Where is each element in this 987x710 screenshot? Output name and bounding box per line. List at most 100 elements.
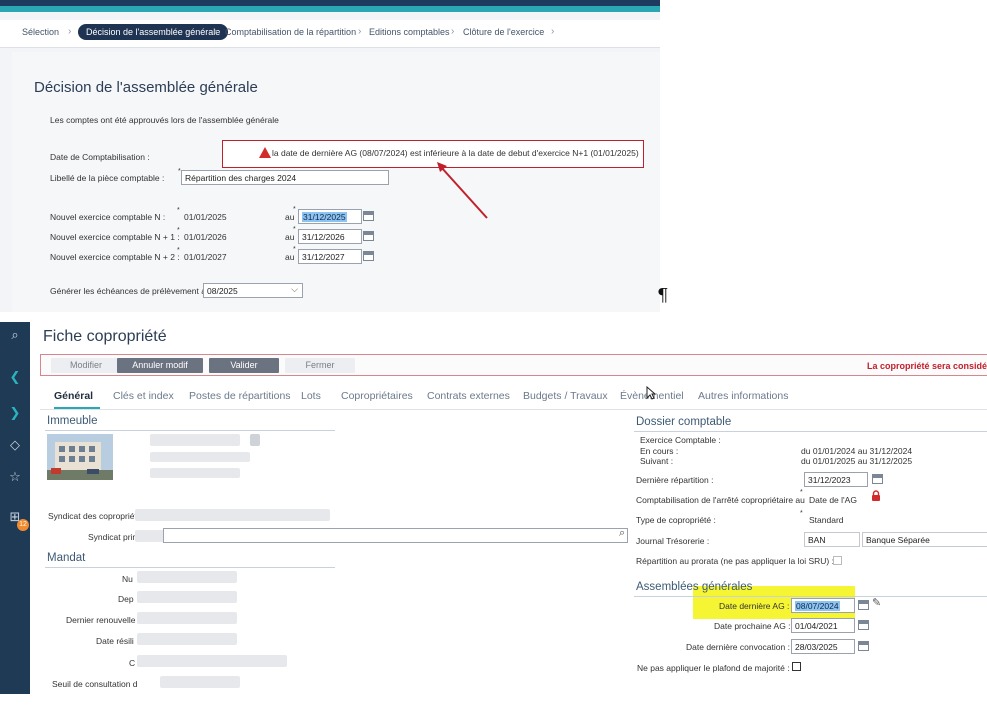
warning-message: la date de dernière AG (08/07/2024) est … — [272, 148, 639, 158]
date-resiliation-label: Date résili — [96, 636, 134, 646]
au-label: au — [285, 232, 295, 242]
compta-arrete-label: Comptabilisation de l'arrêté copropriéta… — [636, 495, 805, 505]
mandat-numero-label: Nu — [122, 574, 133, 584]
chevron-right-icon: › — [68, 26, 72, 37]
date-derniere-ag-input[interactable]: 08/07/2024 — [791, 598, 855, 613]
exercice-n-label: Nouvel exercice comptable N : — [50, 212, 166, 222]
redacted-text — [150, 452, 250, 462]
date-prochaine-ag-input[interactable]: 01/04/2021 — [791, 618, 855, 633]
echeances-label: Générer les échéances de prélèvement au — [50, 286, 211, 296]
required-asterisk: * — [800, 489, 803, 496]
redacted-text — [250, 434, 260, 446]
search-icon[interactable]: ⌕ — [8, 328, 22, 342]
divider — [634, 431, 987, 432]
warning-icon — [259, 147, 271, 158]
tab-postes-repartitions[interactable]: Postes de répartitions — [189, 390, 291, 402]
date-comptabilisation-label: Date de Comptabilisation : — [50, 152, 150, 162]
wizard-breadcrumb: Sélection › Décision de l'assemblée géné… — [0, 20, 660, 48]
wizard-step-selection[interactable]: Sélection — [22, 27, 59, 37]
redacted-field — [137, 591, 237, 603]
exercice-n1-end-input[interactable]: 31/12/2026 — [298, 229, 362, 244]
pencil-icon[interactable]: ✎ — [872, 596, 881, 609]
fermer-button[interactable]: Fermer — [285, 358, 355, 373]
tab-general[interactable]: Général — [54, 390, 93, 402]
wizard-step-editions[interactable]: Editions comptables — [369, 27, 450, 37]
top-header-bar — [0, 0, 660, 12]
libelle-label: Libellé de la pièce comptable : — [50, 173, 165, 183]
prorata-checkbox[interactable] — [833, 556, 842, 565]
mandat-c-label: C — [129, 658, 136, 668]
calendar-icon[interactable] — [363, 251, 374, 261]
required-asterisk: * — [293, 246, 296, 253]
date-prochaine-ag-label: Date prochaine AG : — [714, 621, 791, 631]
tab-cles-index[interactable]: Clés et index — [113, 390, 174, 402]
calendar-icon[interactable] — [858, 620, 869, 630]
fiche-copropriete-screenshot: ⌕ ❮ ❯ ◇ ☆ ⊞ 12 Fiche copropriété Modifie… — [0, 322, 987, 694]
calendar-icon[interactable] — [858, 641, 869, 651]
en-cours-label: En cours : — [640, 446, 679, 456]
wizard-step-decision-ag[interactable]: Décision de l'assemblée générale — [78, 24, 229, 40]
exercice-n1-label: Nouvel exercice comptable N + 1 : — [50, 232, 180, 242]
expand-right-icon[interactable]: ❯ — [8, 406, 22, 420]
redacted-text — [135, 530, 165, 542]
redacted-text — [150, 434, 240, 446]
libelle-input[interactable]: Répartition des charges 2024 — [181, 170, 389, 185]
exercice-n2-start: 01/01/2027 — [184, 252, 227, 262]
warning-box: la date de dernière AG (08/07/2024) est … — [222, 140, 644, 168]
syndicat-principal-label: Syndicat prin — [88, 532, 138, 542]
tab-bar: Général Clés et index Postes de répartit… — [40, 386, 987, 410]
status-message: La copropriété sera considé — [866, 361, 987, 371]
annuler-modif-button[interactable]: Annuler modif — [117, 358, 203, 373]
echeances-select[interactable]: 08/2025 ⌵ — [203, 283, 303, 298]
mandat-debut-label: Dep — [118, 594, 134, 604]
seuil-consultation-label: Seuil de consultation d — [52, 679, 138, 689]
syndicat-principal-input[interactable] — [163, 528, 628, 543]
chevron-right-icon: › — [358, 26, 362, 37]
divider — [45, 430, 335, 431]
ag-decision-screenshot: Sélection › Décision de l'assemblée géné… — [0, 0, 660, 312]
required-asterisk: * — [293, 206, 296, 213]
tab-lots[interactable]: Lots — [301, 390, 321, 402]
diamond-icon[interactable]: ◇ — [8, 438, 22, 452]
search-icon[interactable]: ⌕ — [619, 527, 625, 540]
date-derniere-convocation-input[interactable]: 28/03/2025 — [791, 639, 855, 654]
exercice-n-end-input[interactable]: 31/12/2025 — [298, 209, 362, 224]
plafond-majorite-checkbox[interactable] — [792, 662, 801, 671]
wizard-step-comptabilisation[interactable]: Comptabilisation de la répartition — [225, 27, 356, 37]
derniere-repartition-input[interactable]: 31/12/2023 — [804, 472, 868, 487]
journal-name-field[interactable]: Banque Séparée — [862, 532, 987, 547]
valider-button[interactable]: Valider — [209, 358, 279, 373]
au-label: au — [285, 252, 295, 262]
calendar-icon[interactable] — [858, 600, 869, 610]
exercice-comptable-label: Exercice Comptable : — [640, 435, 721, 445]
approval-note: Les comptes ont été approuvés lors de l'… — [50, 115, 279, 125]
tab-contrats-externes[interactable]: Contrats externes — [427, 390, 510, 402]
exercice-n2-end-input[interactable]: 31/12/2027 — [298, 249, 362, 264]
wizard-step-cloture[interactable]: Clôture de l'exercice — [463, 27, 544, 37]
building-photo — [47, 434, 113, 480]
date-derniere-convocation-label: Date dernière convocation : — [686, 642, 790, 652]
compta-arrete-value: Date de l'AG — [809, 495, 857, 505]
redacted-field — [160, 676, 240, 688]
left-nav-rail: ⌕ ❮ ❯ ◇ ☆ ⊞ 12 — [0, 322, 30, 694]
active-tab-indicator — [54, 407, 100, 409]
star-icon[interactable]: ☆ — [8, 470, 22, 484]
tab-autres-informations[interactable]: Autres informations — [698, 390, 788, 402]
tab-coproprietaires[interactable]: Copropriétaires — [341, 390, 413, 402]
suivant-value: du 01/01/2025 au 31/12/2025 — [801, 456, 913, 466]
dossier-comptable-title: Dossier comptable — [636, 416, 732, 428]
date-derniere-ag-label: Date dernière AG : — [719, 601, 790, 611]
modifier-button[interactable]: Modifier — [51, 358, 121, 373]
dernier-renouvellement-label: Dernier renouvelle — [66, 615, 136, 625]
redacted-text — [135, 509, 330, 521]
journal-code-field[interactable]: BAN — [804, 532, 860, 547]
calendar-icon[interactable] — [872, 474, 883, 484]
calendar-icon[interactable] — [363, 231, 374, 241]
immeuble-section-title: Immeuble — [47, 415, 98, 427]
collapse-left-icon[interactable]: ❮ — [8, 370, 22, 384]
type-copropriete-value: Standard — [809, 515, 844, 525]
derniere-repartition-label: Dernière répartition : — [636, 475, 714, 485]
tab-budgets-travaux[interactable]: Budgets / Travaux — [523, 390, 608, 402]
required-asterisk: * — [177, 247, 180, 254]
calendar-icon[interactable] — [363, 211, 374, 221]
